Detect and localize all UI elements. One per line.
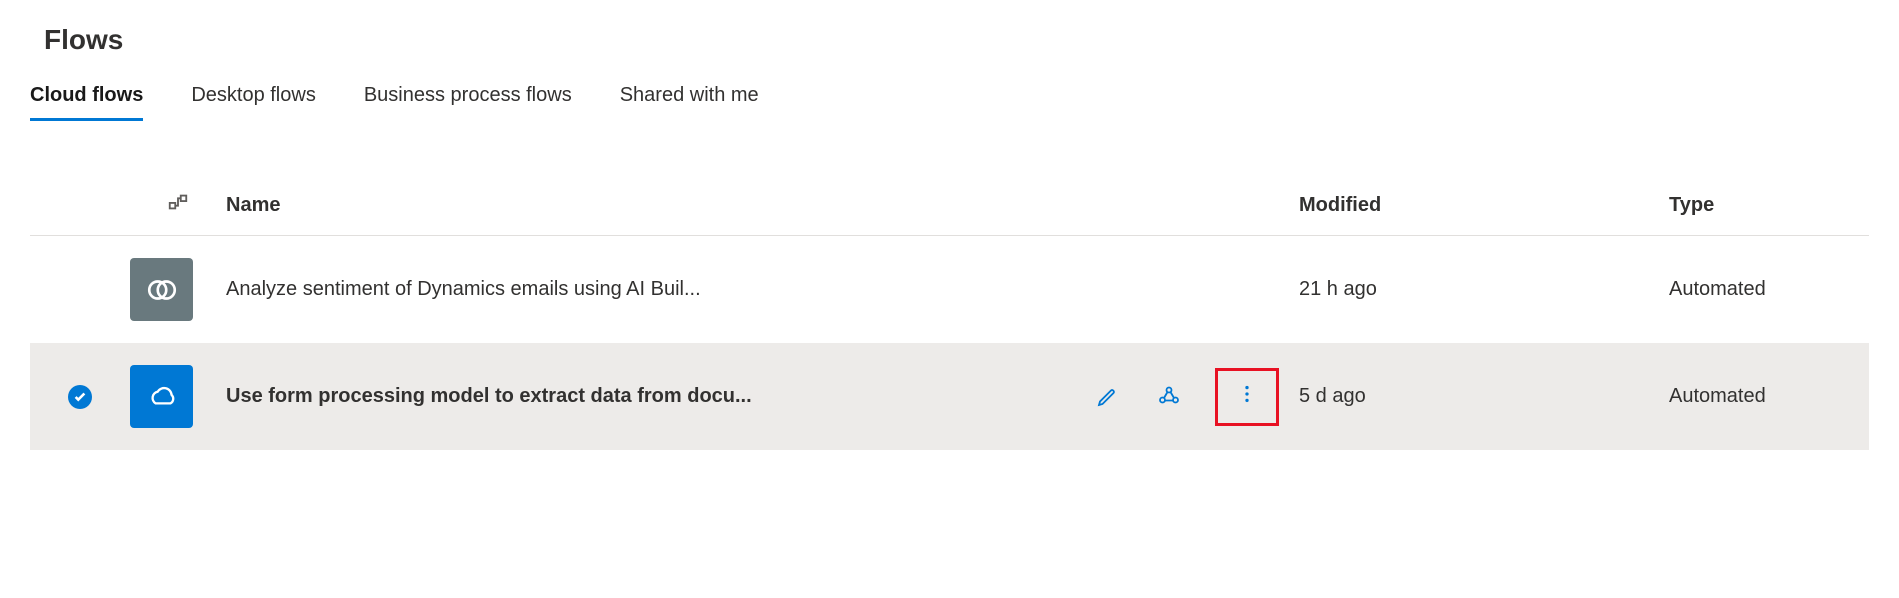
row-select-cell[interactable] xyxy=(30,385,130,409)
flow-name[interactable]: Use form processing model to extract dat… xyxy=(226,385,752,408)
tab-cloud-flows[interactable]: Cloud flows xyxy=(30,76,143,121)
tabs-bar: Cloud flows Desktop flows Business process… xyxy=(30,76,1869,121)
page-title: Flows xyxy=(30,0,1869,76)
more-vertical-icon xyxy=(1236,383,1258,410)
row-type: Automated xyxy=(1669,278,1869,301)
flow-type-icon xyxy=(167,191,189,219)
row-icon-cell xyxy=(130,258,226,321)
th-type[interactable]: Type xyxy=(1669,194,1869,217)
th-modified[interactable]: Modified xyxy=(1299,194,1669,217)
row-modified: 21 h ago xyxy=(1299,278,1669,301)
row-type: Automated xyxy=(1669,385,1869,408)
row-name-cell: Analyze sentiment of Dynamics emails usi… xyxy=(226,278,1299,301)
more-actions-button[interactable] xyxy=(1215,368,1279,426)
table-header: Name Modified Type xyxy=(30,175,1869,236)
tab-desktop-flows[interactable]: Desktop flows xyxy=(191,76,316,121)
row-name-cell: Use form processing model to extract dat… xyxy=(226,368,1299,426)
flow-name[interactable]: Analyze sentiment of Dynamics emails usi… xyxy=(226,278,701,301)
share-icon[interactable] xyxy=(1153,381,1185,413)
edit-icon[interactable] xyxy=(1091,381,1123,413)
row-icon-cell xyxy=(130,365,226,428)
dynamics-icon xyxy=(130,258,193,321)
onedrive-icon xyxy=(130,365,193,428)
th-name[interactable]: Name xyxy=(226,194,1299,217)
selected-check-icon[interactable] xyxy=(68,385,92,409)
row-actions xyxy=(1091,368,1279,426)
tab-shared-with-me[interactable]: Shared with me xyxy=(620,76,759,121)
th-flow-icon xyxy=(130,191,226,219)
tab-business-process-flows[interactable]: Business process flows xyxy=(364,76,572,121)
table-row[interactable]: Use form processing model to extract dat… xyxy=(30,343,1869,450)
row-modified: 5 d ago xyxy=(1299,385,1669,408)
table-row[interactable]: Analyze sentiment of Dynamics emails usi… xyxy=(30,236,1869,343)
flows-table: Name Modified Type Analyze sentiment of … xyxy=(30,175,1869,450)
